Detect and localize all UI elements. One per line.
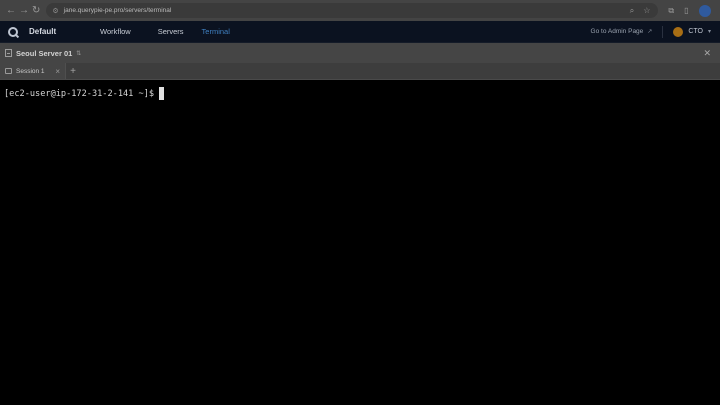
session-label: Session 1 <box>16 67 45 75</box>
extensions-icon[interactable]: ⧉ <box>668 6 674 16</box>
tab-terminal[interactable]: Terminal <box>202 27 230 36</box>
zoom-icon[interactable]: ⌕ <box>630 6 634 16</box>
user-menu[interactable]: CTO ▾ <box>663 26 720 37</box>
server-switch-icon[interactable]: ⇅ <box>76 50 81 57</box>
terminal-prompt: [ec2-user@ip-172-31-2-141 ~]$ <box>4 88 155 99</box>
back-icon[interactable]: ← <box>6 4 16 18</box>
url-text: jane.querypie-pe.pro/servers/terminal <box>63 7 172 14</box>
admin-page-label: Go to Admin Page <box>590 28 644 35</box>
profile-avatar-icon[interactable] <box>698 4 711 17</box>
server-bar: Seoul Server 01 ⇅ ✕ <box>0 43 720 63</box>
admin-page-link[interactable]: Go to Admin Page ↗ <box>590 25 664 38</box>
session-tab-bar: Session 1 × + <box>0 63 720 80</box>
workspace-name[interactable]: Default <box>29 27 73 36</box>
terminal-area[interactable]: [ec2-user@ip-172-31-2-141 ~]$ <box>0 81 720 405</box>
sidebar-icon[interactable]: ▯ <box>684 6 688 15</box>
close-icon[interactable]: ✕ <box>703 48 711 59</box>
tab-servers[interactable]: Servers <box>158 27 184 36</box>
browser-toolbar: ← → ↻ ⚙ jane.querypie-pe.pro/servers/ter… <box>0 0 720 21</box>
app-header: Default Workflow Servers Terminal Go to … <box>0 21 720 43</box>
external-link-icon: ↗ <box>647 29 653 35</box>
tab-session-1[interactable]: Session 1 × <box>0 63 66 79</box>
address-bar[interactable]: ⚙ jane.querypie-pe.pro/servers/terminal … <box>46 3 659 18</box>
terminal-cursor <box>159 87 165 100</box>
user-name: CTO <box>688 28 703 35</box>
reload-icon[interactable]: ↻ <box>32 4 40 18</box>
close-session-icon[interactable]: × <box>55 67 60 76</box>
terminal-line: [ec2-user@ip-172-31-2-141 ~]$ <box>4 87 720 100</box>
site-info-icon[interactable]: ⚙ <box>52 7 58 15</box>
chevron-down-icon: ▾ <box>707 29 711 35</box>
bookmark-star-icon[interactable]: ☆ <box>643 6 650 16</box>
server-icon <box>5 49 12 57</box>
tab-workflow[interactable]: Workflow <box>100 27 131 36</box>
logo-icon[interactable] <box>8 26 18 37</box>
avatar <box>673 26 684 37</box>
server-name[interactable]: Seoul Server 01 <box>16 49 72 58</box>
add-session-icon[interactable]: + <box>66 63 80 79</box>
terminal-icon <box>5 68 12 74</box>
forward-icon[interactable]: → <box>19 4 29 18</box>
